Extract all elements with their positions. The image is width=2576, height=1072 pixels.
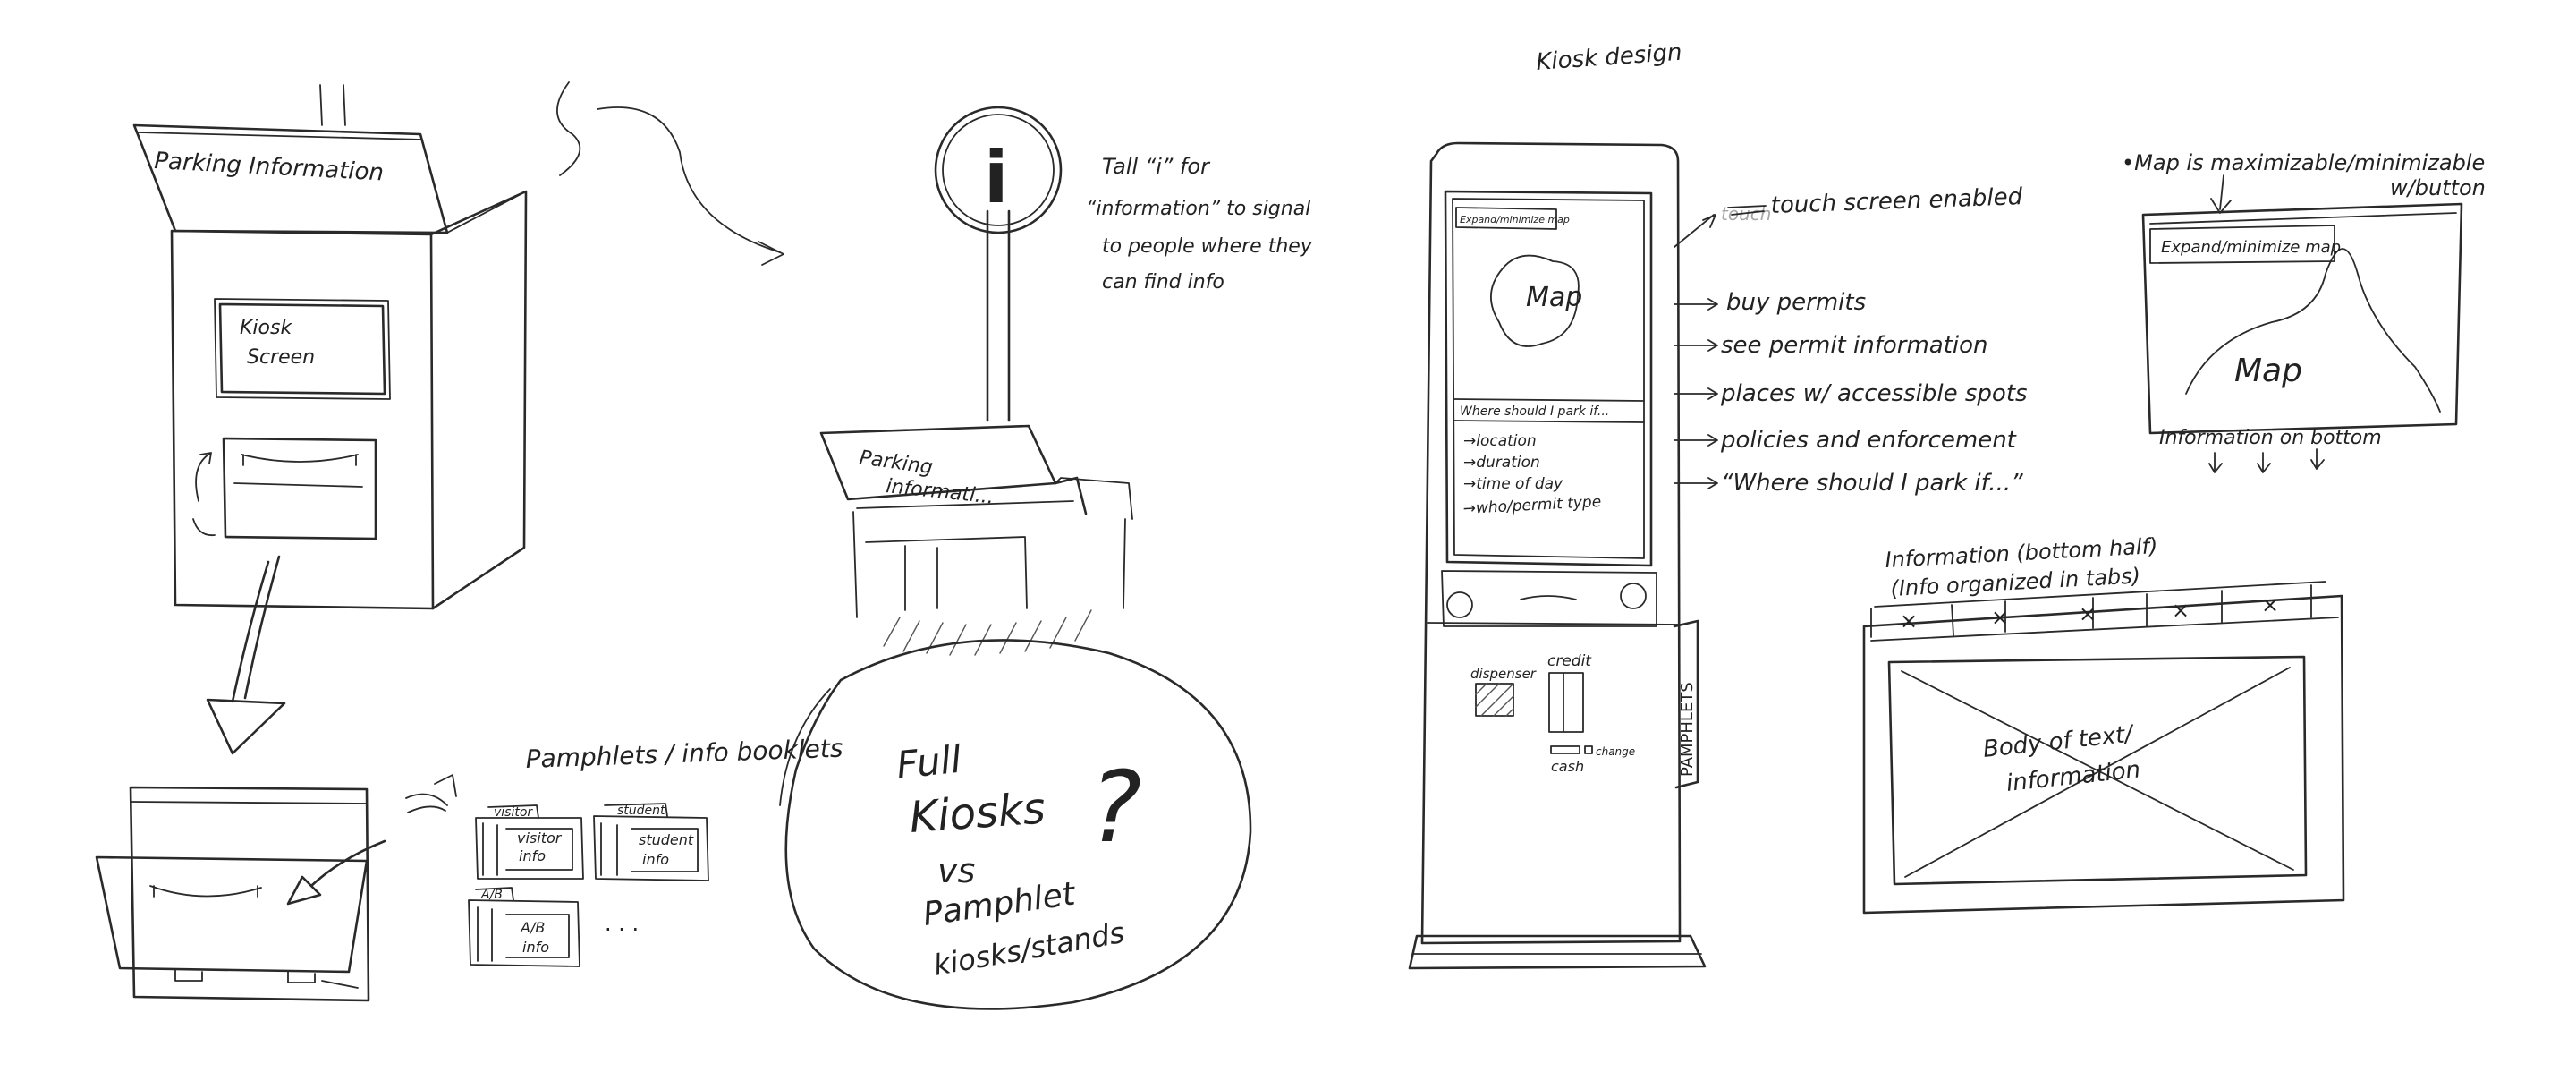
tab-mark-2: × xyxy=(1991,605,2009,630)
pamphlets-ellipsis: . . . xyxy=(605,911,639,936)
folder-body-visitor-1: visitor xyxy=(517,830,563,847)
folder-body-ab-2: info xyxy=(522,939,549,956)
kiosk-list-item-3: →time of day xyxy=(1463,475,1563,493)
sign-note-line-1: Tall “i” for xyxy=(1102,154,1211,179)
bubble-line-2: Kiosks xyxy=(908,784,1047,843)
kiosk-cash-label: cash xyxy=(1551,758,1584,775)
kiosk-change-label: change xyxy=(1596,745,1635,758)
bubble-line-1: Full xyxy=(894,737,963,787)
feature-item-1: touch screen enabled xyxy=(1770,183,2023,219)
sketch-canvas: Kiosk design Parking Information Kiosk S… xyxy=(95,39,2486,1010)
map-note-map-label: Map xyxy=(2234,353,2302,389)
feature-item-4: places w/ accessible spots xyxy=(1720,380,2028,407)
sign-note-line-3: to people where they xyxy=(1102,235,1313,258)
tab-mark-4: × xyxy=(2172,598,2190,623)
kiosk-map-label: Map xyxy=(1526,282,1582,313)
map-note-button: Expand/minimize map xyxy=(2161,238,2341,257)
page-title: Kiosk design xyxy=(1535,39,1682,76)
feature-item-3: see permit information xyxy=(1721,332,1988,359)
map-note-arrows xyxy=(2208,448,2325,473)
down-arrow-icon xyxy=(206,555,286,755)
kiosk-design-sketch xyxy=(1408,141,1718,970)
folder-tab-student: student xyxy=(617,804,665,818)
stand-label-2: informati... xyxy=(885,475,995,509)
map-note-line-2: w/button xyxy=(2390,175,2486,200)
tabs-body-line-1: Body of text/ xyxy=(1982,720,2137,763)
folder-body-student-2: info xyxy=(642,851,669,868)
feature-struck-word: touch xyxy=(1721,203,1771,225)
stand-label-1: Parking xyxy=(858,447,934,479)
kiosk-side-label: PAMPHLETS xyxy=(1678,682,1697,777)
feature-item-5: policies and enforcement xyxy=(1720,427,2017,454)
map-note-caption: Information on bottom xyxy=(2159,427,2382,449)
screen-label-1: Kiosk xyxy=(240,317,292,339)
map-note-sketch xyxy=(2141,174,2463,435)
kiosk-list-item-1: →location xyxy=(1463,432,1537,450)
bubble-line-3: vs xyxy=(937,851,975,890)
folder-body-visitor-2: info xyxy=(519,847,546,864)
info-sign-kiosk-sketch xyxy=(819,106,1133,656)
kiosk-expand-button: Expand/minimize map xyxy=(1460,214,1570,225)
kiosk-dispenser-label: dispenser xyxy=(1470,666,1537,682)
small-arrow-icon xyxy=(405,774,457,813)
folder-tab-ab: A/B xyxy=(480,888,503,902)
tabs-body-line-2: information xyxy=(2005,756,2142,797)
sign-note-line-4: can find info xyxy=(1102,271,1224,294)
feature-item-2: buy permits xyxy=(1726,289,1866,316)
kiosk-section-title: Where should I park if... xyxy=(1460,404,1609,419)
feature-item-6: “Where should I park if...” xyxy=(1721,470,2023,497)
folder-body-ab-1: A/B xyxy=(520,919,545,936)
dispenser-drawer-sketch xyxy=(95,786,386,1002)
tab-mark-5: × xyxy=(2261,592,2279,617)
sign-glyph: i xyxy=(984,136,1008,219)
screen-label-2: Screen xyxy=(247,346,315,369)
map-note-line-1: •Map is maximizable/minimizable xyxy=(2122,150,2485,175)
folder-body-student-1: student xyxy=(639,831,694,848)
kiosk-credit-label: credit xyxy=(1547,652,1592,670)
folder-tab-visitor: visitor xyxy=(494,805,533,820)
bubble-question-mark: ? xyxy=(1089,750,1141,864)
kiosk-list-item-2: →duration xyxy=(1463,454,1540,472)
kiosk-list-item-4: →who/permit type xyxy=(1462,493,1601,518)
box-label: Parking Information xyxy=(154,148,385,186)
sign-note-line-2: “information” to signal xyxy=(1086,198,1310,220)
tab-mark-3: × xyxy=(2079,601,2097,626)
tab-mark-1: × xyxy=(1900,608,1918,634)
curved-arrow-icon xyxy=(556,81,784,266)
